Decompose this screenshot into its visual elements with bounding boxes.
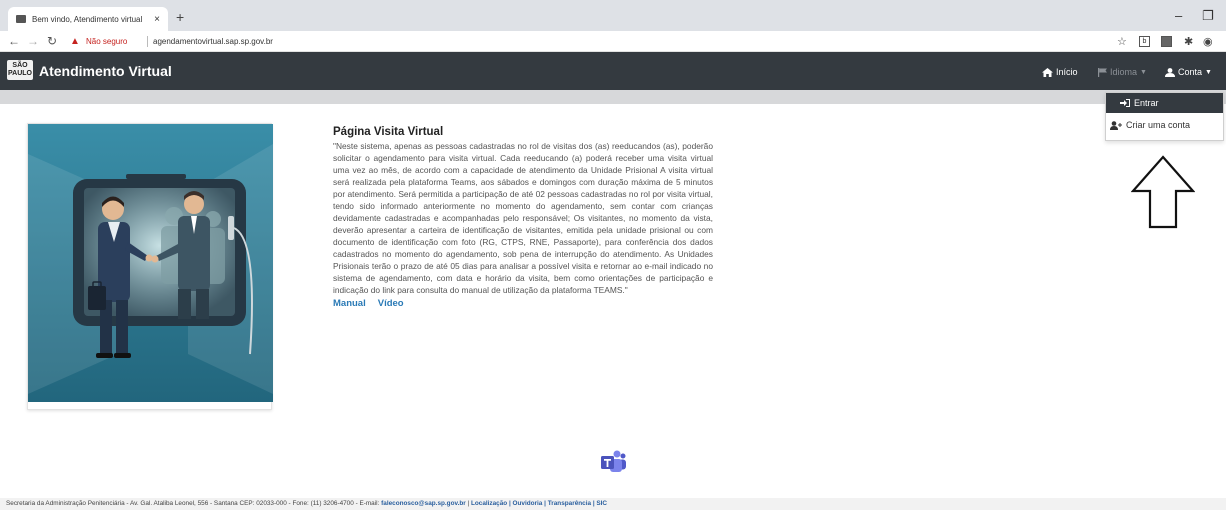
article-body: "Neste sistema, apenas as pessoas cadast… <box>333 141 713 295</box>
menu-item-create-account-label: Criar uma conta <box>1126 120 1191 130</box>
page-title: Página Visita Virtual <box>333 126 444 138</box>
extension-b-icon[interactable]: b <box>1139 36 1150 47</box>
sign-in-icon <box>1120 99 1130 107</box>
nav-account-dropdown[interactable]: Conta ▼ <box>1165 67 1212 77</box>
extension-image-icon[interactable] <box>1161 36 1172 47</box>
menu-item-login-label: Entrar <box>1134 98 1159 108</box>
bookmark-star-icon[interactable]: ☆ <box>1117 35 1127 48</box>
account-dropdown-menu: Entrar Criar uma conta <box>1105 92 1224 141</box>
flag-icon <box>1098 67 1107 77</box>
menu-item-create-account[interactable]: Criar uma conta <box>1106 115 1223 135</box>
caret-down-icon: ▼ <box>1205 68 1212 76</box>
footer-address: Secretaria da Administração Penitenciári… <box>6 500 382 507</box>
teams-logo-icon[interactable] <box>600 450 626 474</box>
nav-language-label: Idioma <box>1110 67 1138 77</box>
minimize-window-icon[interactable]: – <box>1175 8 1182 23</box>
address-separator <box>147 36 148 47</box>
browser-tabbar: Bem vindo, Atendimento virtual × + – ❐ <box>0 0 1226 31</box>
back-icon[interactable]: ← <box>8 34 20 48</box>
manual-link[interactable]: Manual <box>333 298 366 309</box>
nav-home-label: Início <box>1056 67 1078 77</box>
video-link[interactable]: Vídeo <box>378 298 404 309</box>
caret-down-icon: ▼ <box>1140 68 1147 76</box>
page-footer: Secretaria da Administração Penitenciári… <box>0 498 1226 510</box>
nav-home-link[interactable]: Início <box>1042 67 1078 77</box>
home-icon <box>1042 67 1053 77</box>
browser-tab-title: Bem vindo, Atendimento virtual <box>32 14 143 24</box>
footer-links[interactable]: Localização | Ouvidoria | Transparência … <box>471 500 607 507</box>
url-field[interactable]: agendamentovirtual.sap.sp.gov.br <box>153 37 273 46</box>
restore-window-icon[interactable]: ❐ <box>1202 8 1214 24</box>
security-label[interactable]: Não seguro <box>86 37 127 46</box>
new-tab-button[interactable]: + <box>176 9 184 25</box>
menu-item-login[interactable]: Entrar <box>1106 93 1223 113</box>
extensions-puzzle-icon[interactable]: ✱ <box>1184 35 1193 48</box>
warning-icon: ▲ <box>70 36 80 47</box>
profile-icon[interactable]: ◉ <box>1203 35 1213 48</box>
site-brand[interactable]: Atendimento Virtual <box>39 63 172 79</box>
article-links: Manual Vídeo <box>333 298 713 309</box>
reload-icon[interactable]: ↻ <box>47 34 57 48</box>
up-arrow-icon <box>1131 155 1195 229</box>
browser-address-bar: ← → ↻ ▲ Não seguro agendamentovirtual.sa… <box>0 31 1226 52</box>
site-navbar: SÃO PAULO Atendimento Virtual Início Idi… <box>0 52 1226 90</box>
illustration-card <box>27 123 273 410</box>
navbar-divider <box>0 90 1226 104</box>
video-call-illustration <box>28 124 273 402</box>
nav-language-dropdown[interactable]: Idioma ▼ <box>1098 67 1147 77</box>
user-icon <box>1165 67 1175 77</box>
nav-account-label: Conta <box>1178 67 1203 77</box>
tab-close-icon[interactable]: × <box>150 14 164 25</box>
sao-paulo-logo[interactable]: SÃO PAULO <box>7 60 33 80</box>
article-section: Página Visita Virtual "Neste sistema, ap… <box>333 126 713 309</box>
footer-email-link[interactable]: faleconosco@sap.sp.gov.br <box>381 500 466 507</box>
browser-tab[interactable]: Bem vindo, Atendimento virtual × <box>8 7 168 31</box>
site-favicon-icon <box>16 15 26 23</box>
forward-icon[interactable]: → <box>27 34 39 48</box>
user-plus-icon <box>1110 120 1122 130</box>
